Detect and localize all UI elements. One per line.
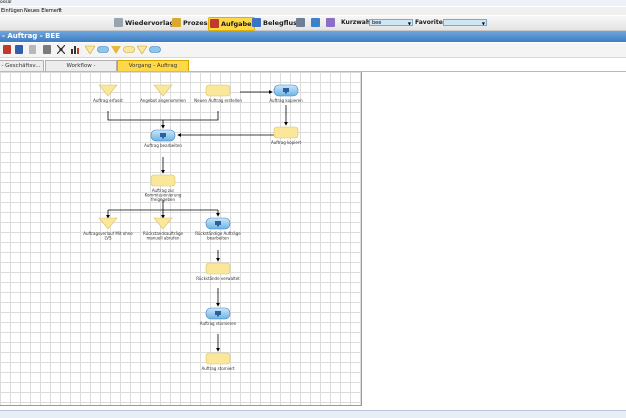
workflow-edge bbox=[107, 111, 219, 121]
tab-vorgang-auftrag[interactable]: Vorgang - Auftrag bbox=[117, 60, 189, 71]
workflow-node-n11[interactable]: Rückstände verwaltet bbox=[196, 262, 240, 281]
workflow-node-n10[interactable]: Rückständige Aufträge bearbeiten bbox=[195, 217, 241, 241]
menu-more-icon[interactable]: ? bbox=[58, 7, 61, 15]
workflow-node-label: Auftrag kopiert bbox=[271, 140, 301, 145]
layout-icon[interactable] bbox=[56, 44, 66, 55]
workflow-node-label: Rückständige Aufträge bearbeiten bbox=[195, 231, 241, 241]
menu-paste[interactable]: Einfügen bbox=[1, 7, 23, 15]
event-triangle-icon bbox=[98, 217, 118, 230]
id-card-icon[interactable] bbox=[311, 18, 320, 27]
kurzwahl-value: bee bbox=[372, 20, 382, 26]
workflow-node-n4[interactable]: Auftrag kopieren bbox=[269, 84, 303, 103]
event-box bbox=[205, 262, 231, 275]
workflow-node-label: Rückstände verwaltet bbox=[196, 276, 240, 281]
window-title: ossal bbox=[0, 0, 12, 5]
monitor-icon[interactable] bbox=[296, 18, 305, 27]
print-icon[interactable] bbox=[43, 45, 51, 54]
navigation-bar: Wiedervorlage Prozess Aufgabe Belegfluss… bbox=[0, 16, 626, 31]
window-titlebar: ossal bbox=[0, 0, 626, 6]
workflow-node-label: Auftrag erfasst bbox=[93, 98, 123, 103]
workflow-node-label: Auftrag bearbeiten bbox=[144, 143, 182, 148]
resubmission-icon bbox=[114, 18, 123, 27]
monitor-icon bbox=[160, 133, 166, 137]
monitor-icon bbox=[215, 311, 221, 315]
new-icon[interactable] bbox=[3, 45, 11, 54]
delete-icon[interactable] bbox=[29, 45, 36, 54]
document-flow-icon bbox=[252, 18, 261, 27]
chevron-down-icon: ▼ bbox=[407, 21, 411, 26]
process-icon bbox=[172, 18, 181, 27]
monitor-icon bbox=[283, 88, 289, 92]
workflow-node-n6[interactable]: Auftrag kopiert bbox=[271, 126, 301, 145]
edit-icon[interactable] bbox=[326, 18, 335, 27]
task-icon bbox=[210, 19, 219, 28]
workflow-node-n9[interactable]: Rückstandsaufträge manuell abrufen bbox=[143, 217, 183, 241]
workflow-node-label: Auftrag storniert bbox=[201, 366, 235, 371]
workflow-node-label: Rückstandsaufträge manuell abrufen bbox=[143, 231, 183, 241]
menu-bar: Einfügen Neues Element ? bbox=[0, 7, 626, 15]
workflow-node-label: Auftragsverlauf Mit ohne LVS bbox=[83, 231, 133, 241]
workflow-node-n1[interactable]: Auftrag erfasst bbox=[93, 84, 123, 103]
workflow-node-label: Angebot angenommen bbox=[140, 98, 186, 103]
monitor-stand bbox=[285, 92, 287, 94]
workflow-node-label: Neuen Auftrag erstellen bbox=[194, 98, 242, 103]
workflow-diagram: Auftrag erfasst Angebot angenommen Neuen A… bbox=[83, 84, 303, 371]
event-triangle-icon bbox=[98, 84, 118, 97]
workflow-canvas[interactable]: Auftrag erfasst Angebot angenommen Neuen A… bbox=[0, 72, 362, 406]
workflow-node-n5[interactable]: Auftrag bearbeiten bbox=[144, 129, 182, 148]
add-event-box-icon[interactable] bbox=[123, 45, 135, 54]
toolbar bbox=[0, 43, 626, 58]
page-title: - Auftrag - BEE bbox=[2, 32, 60, 40]
event-box bbox=[273, 126, 299, 139]
nav-wiedervorlage[interactable]: Wiedervorlage bbox=[125, 17, 179, 29]
monitor-icon bbox=[215, 221, 221, 225]
event-box bbox=[150, 174, 176, 187]
monitor-stand bbox=[217, 315, 219, 317]
kurzwahl-label: Kurzwahl bbox=[341, 19, 373, 26]
tab-bar: t - Geschäftsv... Workflow - Verkaufsabw… bbox=[0, 59, 626, 79]
add-triangle-icon[interactable] bbox=[84, 45, 96, 55]
save-icon[interactable] bbox=[15, 45, 23, 54]
tab-geschaeftsvorfall[interactable]: t - Geschäftsv... bbox=[0, 60, 44, 71]
workflow-node-n2[interactable]: Angebot angenommen bbox=[140, 84, 186, 103]
monitor-stand bbox=[217, 225, 219, 227]
workflow-node-n12[interactable]: Auftrag stornieren bbox=[200, 307, 237, 326]
kurzwahl-combo[interactable]: bee ▼ bbox=[369, 19, 413, 26]
event-triangle-icon bbox=[153, 84, 173, 97]
add-task-icon[interactable] bbox=[97, 45, 109, 54]
workflow-node-n3[interactable]: Neuen Auftrag erstellen bbox=[194, 84, 242, 103]
event-box bbox=[205, 84, 231, 97]
workflow-node-n8[interactable]: Auftragsverlauf Mit ohne LVS bbox=[83, 217, 133, 241]
page-header: - Auftrag - BEE bbox=[0, 31, 626, 42]
add-event-icon[interactable] bbox=[111, 45, 121, 54]
nav-aufgabe-label: Aufgabe bbox=[221, 20, 252, 28]
workflow-node-label: Auftrag kopieren bbox=[269, 98, 303, 103]
chart-icon[interactable] bbox=[71, 45, 79, 54]
favoriten-combo[interactable]: ▼ bbox=[443, 19, 487, 26]
event-box bbox=[205, 352, 231, 365]
workflow-node-n7[interactable]: Auftrag zur Kommissionierung freigegeben bbox=[145, 174, 182, 202]
workflow-node-label: Auftrag zur Kommissionierung freigegeben bbox=[145, 188, 182, 202]
tab-workflow[interactable]: Workflow - Verkaufsabw... bbox=[45, 60, 117, 79]
menu-new-element[interactable]: Neues Element bbox=[24, 7, 62, 15]
add-subprocess-icon[interactable] bbox=[149, 45, 161, 54]
chevron-down-icon: ▼ bbox=[481, 21, 485, 26]
workflow-node-n13[interactable]: Auftrag storniert bbox=[201, 352, 235, 371]
event-triangle-icon bbox=[153, 217, 173, 230]
add-connector-icon[interactable] bbox=[136, 45, 148, 55]
monitor-stand bbox=[162, 137, 164, 139]
workflow-node-label: Auftrag stornieren bbox=[200, 321, 237, 326]
nav-aufgabe[interactable]: Aufgabe bbox=[208, 17, 255, 31]
